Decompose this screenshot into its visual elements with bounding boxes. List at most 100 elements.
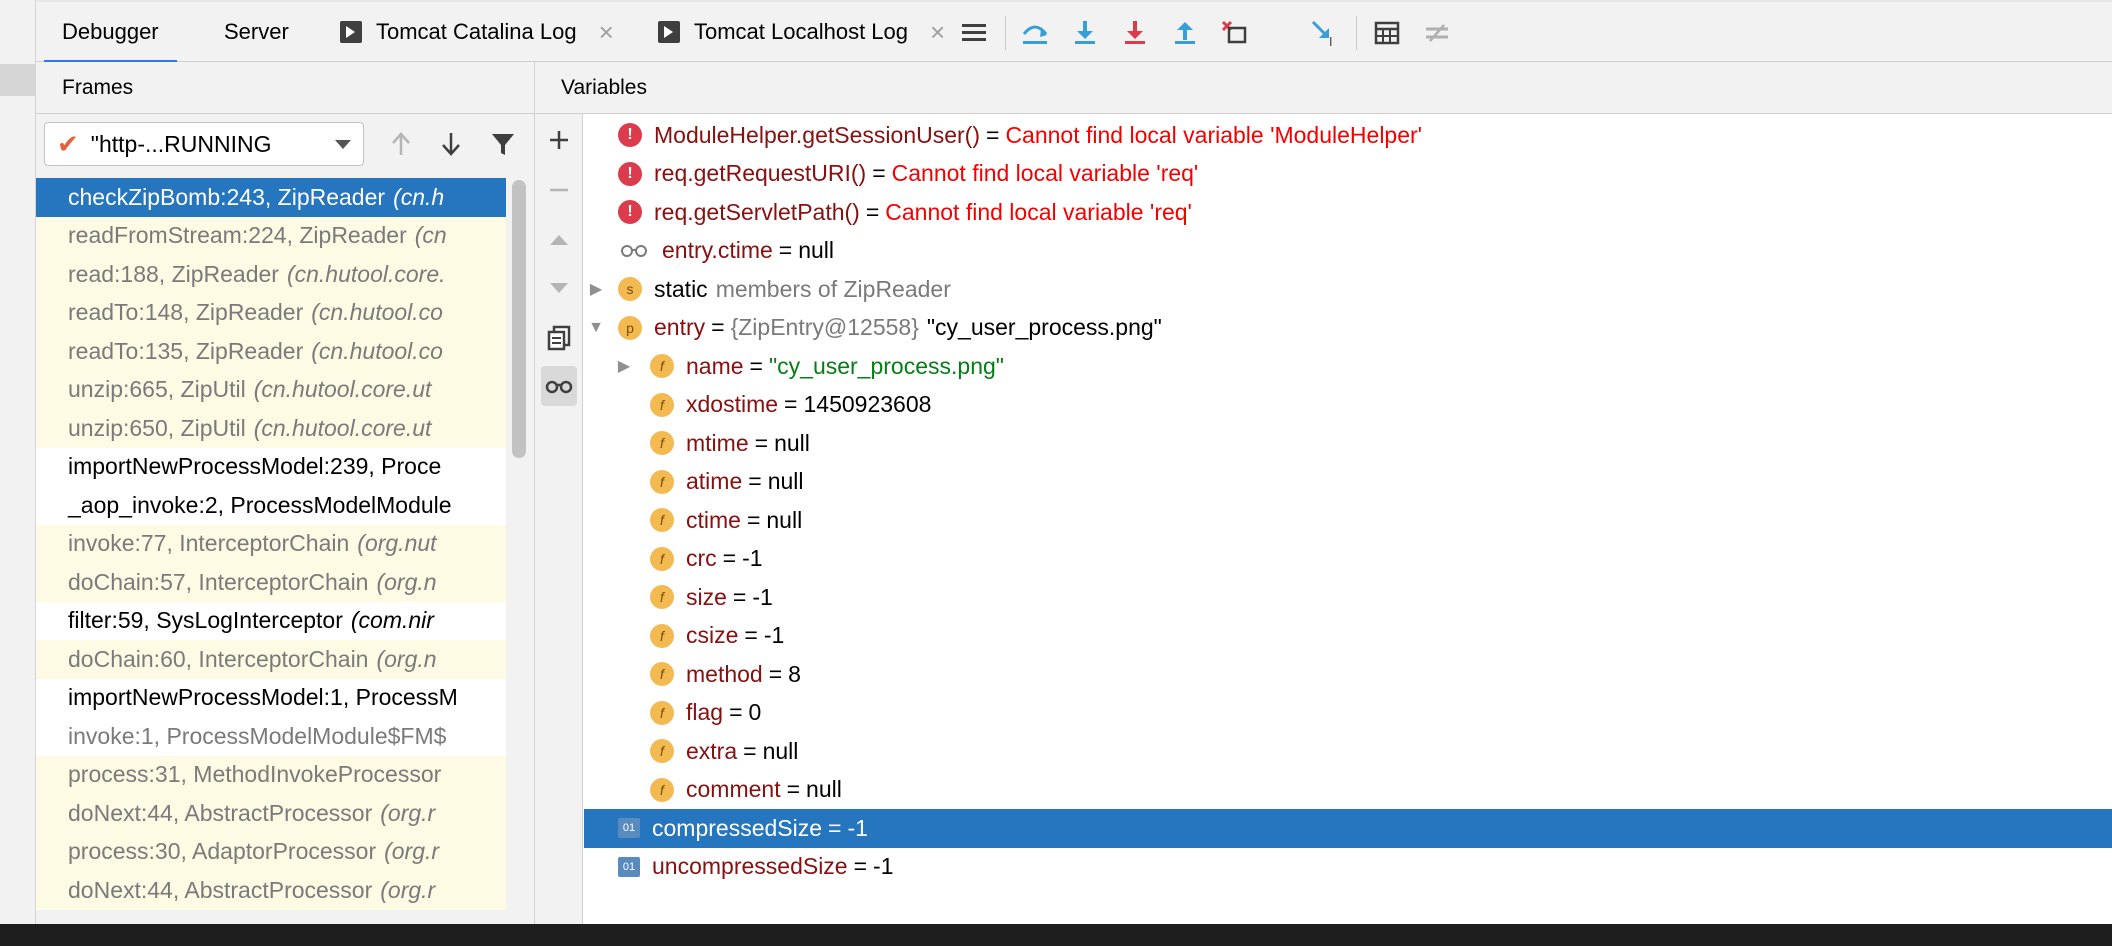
collapse-icon[interactable]: ▼ bbox=[588, 319, 604, 337]
variable-row[interactable]: f ctime = null bbox=[584, 501, 2112, 540]
drop-frame-icon[interactable] bbox=[1220, 18, 1250, 48]
variable-row[interactable]: entry.ctime = null bbox=[584, 232, 2112, 271]
step-out-icon[interactable] bbox=[1170, 18, 1200, 48]
frame-row[interactable]: read:188, ZipReader (cn.hutool.core. bbox=[36, 255, 506, 294]
variable-row[interactable]: ! req.getRequestURI() = Cannot find local v… bbox=[584, 155, 2112, 194]
variable-value: 8 bbox=[788, 660, 801, 687]
close-icon[interactable]: × bbox=[599, 19, 614, 45]
static-members-icon: s bbox=[618, 277, 642, 302]
expand-icon[interactable]: ▶ bbox=[616, 356, 632, 376]
duplicate-watch-icon[interactable] bbox=[541, 318, 577, 358]
show-watches-icon[interactable] bbox=[541, 366, 577, 406]
field-icon: f bbox=[650, 392, 674, 417]
move-up-icon[interactable] bbox=[541, 220, 577, 260]
frame-row[interactable]: checkZipBomb:243, ZipReader (cn.h bbox=[36, 178, 506, 217]
parameter-icon: p bbox=[618, 315, 642, 340]
frame-row[interactable]: process:30, AdaptorProcessor (org.r bbox=[36, 832, 506, 871]
equals-sign: = bbox=[732, 583, 747, 610]
variable-value: null bbox=[766, 506, 803, 533]
variable-name: compressedSize bbox=[652, 814, 823, 841]
debug-tool-window-header: Debugger Server Tomcat Catalina Log × To… bbox=[36, 0, 2112, 64]
variable-row[interactable]: 01 uncompressedSize = -1 bbox=[584, 848, 2112, 887]
equals-sign: = bbox=[828, 814, 842, 841]
run-to-cursor-icon[interactable]: I bbox=[1310, 18, 1340, 48]
frame-row[interactable]: readTo:148, ZipReader (cn.hutool.co bbox=[36, 293, 506, 332]
variable-name: req.getServletPath() bbox=[654, 198, 860, 225]
expand-icon[interactable]: ▶ bbox=[588, 279, 604, 299]
frame-row[interactable]: readTo:135, ZipReader (cn.hutool.co bbox=[36, 332, 506, 371]
variable-row[interactable]: f crc = -1 bbox=[584, 540, 2112, 579]
frame-row[interactable]: filter:59, SysLogInterceptor (com.nir bbox=[36, 601, 506, 640]
variable-row[interactable]: 01 compressedSize = -1 bbox=[584, 809, 2112, 848]
force-step-into-icon[interactable] bbox=[1120, 18, 1150, 48]
gutter-selected-item[interactable] bbox=[0, 64, 36, 96]
frame-row[interactable]: doChain:57, InterceptorChain (org.n bbox=[36, 563, 506, 602]
frame-row[interactable]: doChain:60, InterceptorChain (org.n bbox=[36, 640, 506, 679]
frame-method: invoke:77, InterceptorChain bbox=[68, 530, 350, 557]
frame-row[interactable]: importNewProcessModel:239, Proce bbox=[36, 447, 506, 486]
variable-row[interactable]: f atime = null bbox=[584, 463, 2112, 502]
variable-value: -1 bbox=[742, 545, 763, 572]
add-watch-icon[interactable] bbox=[541, 120, 577, 160]
variable-row[interactable]: f mtime = null bbox=[584, 424, 2112, 463]
tab-tomcat-catalina-log[interactable]: Tomcat Catalina Log × bbox=[324, 2, 630, 62]
frame-package: (cn.hutool.co bbox=[311, 337, 443, 364]
close-icon[interactable]: × bbox=[930, 19, 945, 45]
evaluate-expression-icon[interactable] bbox=[1372, 18, 1402, 48]
variable-value: null bbox=[762, 737, 799, 764]
trace-icon[interactable] bbox=[1422, 18, 1452, 48]
variable-row[interactable]: f extra = null bbox=[584, 732, 2112, 771]
frames-title: Frames bbox=[62, 76, 134, 99]
frame-package: (cn bbox=[414, 222, 447, 249]
frame-method: invoke:1, ProcessModelModule$FM$ bbox=[68, 722, 447, 749]
variable-value: Cannot find local variable 'req' bbox=[885, 198, 1192, 225]
variable-value: Cannot find local variable 'ModuleHelper… bbox=[1005, 121, 1423, 148]
step-over-icon[interactable] bbox=[1020, 18, 1050, 48]
tab-label: Tomcat Catalina Log bbox=[376, 19, 577, 44]
step-into-icon[interactable] bbox=[1070, 18, 1100, 48]
frame-row[interactable]: doNext:44, AbstractProcessor (org.r bbox=[36, 794, 506, 833]
variable-name: static bbox=[654, 275, 708, 302]
frame-row[interactable]: invoke:1, ProcessModelModule$FM$ bbox=[36, 717, 506, 756]
frame-row[interactable]: process:31, MethodInvokeProcessor bbox=[36, 755, 506, 794]
equals-sign: = bbox=[784, 391, 798, 418]
frame-row[interactable]: importNewProcessModel:1, ProcessM bbox=[36, 678, 506, 717]
remove-watch-icon[interactable] bbox=[541, 170, 577, 210]
error-icon: ! bbox=[618, 123, 642, 148]
filter-icon[interactable] bbox=[486, 126, 520, 162]
variable-value: -1 bbox=[873, 853, 894, 880]
variable-row[interactable]: ▶ s static members of ZipReader bbox=[584, 270, 2112, 309]
equals-sign: = bbox=[711, 314, 725, 341]
variable-row[interactable]: f flag = 0 bbox=[584, 694, 2112, 733]
variable-value: -1 bbox=[847, 814, 868, 841]
field-icon: f bbox=[650, 508, 674, 533]
tab-tomcat-localhost-log[interactable]: Tomcat Localhost Log × bbox=[642, 2, 961, 62]
variable-row[interactable]: f csize = -1 bbox=[584, 617, 2112, 656]
frame-package: (cn.h bbox=[393, 183, 445, 210]
move-down-icon[interactable] bbox=[541, 268, 577, 308]
variable-row[interactable]: f size = -1 bbox=[584, 578, 2112, 617]
frame-row[interactable]: doNext:44, AbstractProcessor (org.r bbox=[36, 871, 506, 910]
variable-row[interactable]: ! ModuleHelper.getSessionUser() = Cannot fi… bbox=[584, 116, 2112, 155]
frame-row[interactable]: _aop_invoke:2, ProcessModelModule bbox=[36, 486, 506, 525]
tab-debugger[interactable]: Debugger bbox=[44, 2, 177, 64]
threads-icon[interactable] bbox=[959, 18, 989, 48]
variable-row[interactable]: ▼ p entry = {ZipEntry@12558} "cy_user_process… bbox=[584, 309, 2112, 348]
frames-scrollbar[interactable] bbox=[512, 180, 526, 458]
frame-row[interactable]: unzip:665, ZipUtil (cn.hutool.core.ut bbox=[36, 370, 506, 409]
frame-row[interactable]: invoke:77, InterceptorChain (org.nut bbox=[36, 524, 506, 563]
variable-row[interactable]: f method = 8 bbox=[584, 655, 2112, 694]
check-icon: ✔ bbox=[57, 128, 79, 159]
tab-server[interactable]: Server bbox=[208, 2, 305, 62]
frame-row[interactable]: unzip:650, ZipUtil (cn.hutool.core.ut bbox=[36, 409, 506, 448]
previous-frame-icon[interactable] bbox=[384, 126, 418, 162]
variable-row[interactable]: ▶ f name = "cy_user_process.png" bbox=[584, 347, 2112, 386]
error-icon: ! bbox=[618, 161, 642, 186]
next-frame-icon[interactable] bbox=[434, 126, 468, 162]
variable-row[interactable]: f xdostime = 1450923608 bbox=[584, 386, 2112, 425]
variable-row[interactable]: f comment = null bbox=[584, 771, 2112, 810]
thread-selector[interactable]: ✔ "http-...RUNNING bbox=[44, 122, 364, 166]
frame-row[interactable]: readFromStream:224, ZipReader (cn bbox=[36, 216, 506, 255]
variable-row[interactable]: ! req.getServletPath() = Cannot find local … bbox=[584, 193, 2112, 232]
variable-name: csize bbox=[686, 622, 739, 649]
